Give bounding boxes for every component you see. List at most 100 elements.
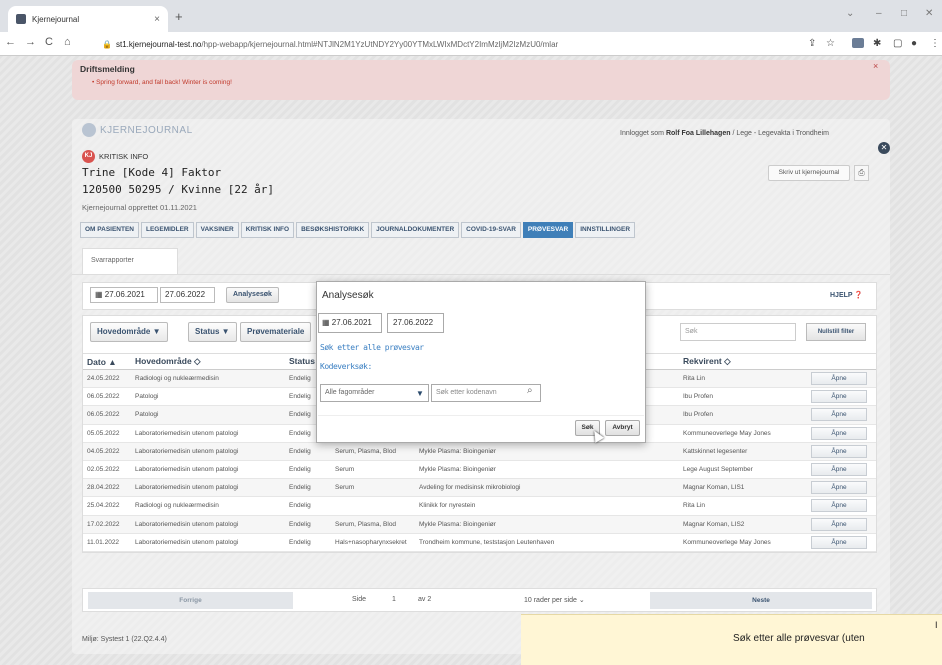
tab-legemidler[interactable]: LEGEMIDLER	[141, 222, 194, 238]
search-icon[interactable]: ⌕	[527, 385, 533, 396]
reset-filter-button[interactable]: Nullstill filter	[806, 323, 866, 341]
share-icon[interactable]: ⇪	[808, 38, 816, 49]
cell-rekvirent: Lege August September	[683, 466, 753, 474]
open-result-button[interactable]: Åpne	[811, 535, 867, 549]
help-link[interactable]: HJELP ❓	[830, 291, 863, 299]
cell-hovedomrade: Laboratoriemedisin utenom patologi	[135, 538, 239, 546]
extensions-puzzle-icon[interactable]: ✱	[873, 38, 881, 49]
tooltip	[521, 614, 942, 665]
table-row[interactable]: 28.04.2022 Laboratoriemedisin utenom pato…	[83, 479, 876, 498]
open-result-button[interactable]: Åpne	[811, 517, 867, 531]
dialog-date-from-input[interactable]: ▦ 27.06.2021	[318, 313, 382, 333]
col-dato[interactable]: Dato ▲	[83, 357, 131, 367]
hovedomrade-filter[interactable]: Hovedområde ▼	[90, 322, 168, 342]
cell-action: Åpne	[804, 481, 874, 495]
close-patient-icon[interactable]: ✕	[878, 142, 890, 154]
dialog-cancel-button[interactable]: Avbryt	[605, 420, 640, 436]
print-icon[interactable]: ⎙	[854, 165, 869, 181]
table-row[interactable]: 17.02.2022 Laboratoriemedisin utenom pato…	[83, 515, 876, 534]
close-window-button[interactable]: ✕	[925, 8, 933, 19]
reload-button[interactable]: C	[45, 36, 53, 48]
cell-rekvirent: Kattskinnet legesenter	[683, 447, 748, 455]
table-row[interactable]: 11.01.2022 Laboratoriemedisin utenom pato…	[83, 534, 876, 552]
select-caret-icon[interactable]: ▼	[416, 389, 424, 398]
alert-close-icon[interactable]: ×	[873, 61, 878, 71]
new-tab-button[interactable]: +	[175, 9, 183, 24]
date-from-input[interactable]: ▦ 27.06.2021	[90, 287, 158, 303]
next-page-button[interactable]: Neste	[650, 592, 872, 609]
tab-journaldokumenter[interactable]: JOURNALDOKUMENTER	[371, 222, 460, 238]
page-number-input[interactable]: 1	[392, 596, 396, 603]
open-result-button[interactable]: Åpne	[811, 444, 867, 458]
tab-svarrapporter[interactable]: Svarrapporter	[82, 248, 178, 274]
col-rekvirent-label: Rekvirent	[683, 356, 722, 366]
cell-utforende: Mykle Plasma: Bioingeniør	[419, 466, 496, 474]
kritisk-info-link[interactable]: KJ KRITISK INFO	[82, 150, 148, 163]
tab-vaksiner[interactable]: VAKSINER	[195, 222, 239, 238]
tab-kritisk-info[interactable]: KRITISK INFO	[240, 222, 295, 238]
open-result-button[interactable]: Åpne	[811, 408, 867, 422]
cell-status: Endelig	[289, 447, 311, 455]
status-filter[interactable]: Status ▼	[188, 322, 237, 342]
cell-dato: 24.05.2022	[87, 375, 120, 383]
tab-om-pasienten[interactable]: OM PASIENTEN	[80, 222, 139, 238]
bookmark-star-icon[interactable]: ☆	[826, 38, 835, 49]
cell-status: Endelig	[289, 520, 311, 528]
home-button[interactable]: ⌂	[64, 36, 71, 48]
profile-icon[interactable]: ●	[911, 38, 917, 49]
cell-provemateriale: Serum	[335, 466, 355, 474]
tab-prøvesvar[interactable]: PRØVESVAR	[522, 222, 574, 238]
browser-tab[interactable]: Kjernejournal ×	[8, 6, 168, 32]
kodenavn-search-input[interactable]: Søk etter kodenavn	[431, 384, 541, 402]
provemateriale-filter[interactable]: Prøvemateriale	[240, 322, 312, 342]
open-result-button[interactable]: Åpne	[811, 390, 867, 404]
logged-in-label: Innlogget som	[620, 130, 664, 137]
minimize-button[interactable]: –	[876, 8, 882, 19]
analysesok-button[interactable]: Analysesøk	[226, 287, 279, 303]
cell-hovedomrade: Laboratoriemedisin utenom patologi	[135, 520, 239, 528]
dialog-date-to-input[interactable]: 27.06.2022	[387, 313, 444, 333]
table-search-input[interactable]: Søk	[680, 323, 796, 341]
table-row[interactable]: 25.04.2022 Radiologi og nukleærmedisin End…	[83, 497, 876, 516]
cell-utforende: Klinikk for nyrestein	[419, 502, 476, 510]
main-nav-tabs: OM PASIENTEN LEGEMIDLER VAKSINER KRITISK IN…	[80, 222, 636, 238]
open-result-button[interactable]: Åpne	[811, 426, 867, 440]
cell-hovedomrade: Radiologi og nukleærmedisin	[135, 502, 219, 510]
search-all-link[interactable]: Søk etter alle prøvesvar	[320, 343, 424, 352]
open-result-button[interactable]: Åpne	[811, 372, 867, 386]
table-row[interactable]: 02.05.2022 Laboratoriemedisin utenom pato…	[83, 461, 876, 480]
date-to-input[interactable]: 27.06.2022	[160, 287, 215, 303]
back-button[interactable]: ←	[5, 36, 16, 48]
rows-per-page-select[interactable]: 10 rader per side ⌄	[524, 596, 585, 604]
tab-search-icon[interactable]: ⌄	[846, 8, 854, 19]
cell-rekvirent: Rita Lin	[683, 502, 706, 510]
close-tab-icon[interactable]: ×	[154, 14, 160, 25]
cell-status: Endelig	[289, 538, 311, 546]
cell-hovedomrade: Radiologi og nukleærmedisin	[135, 375, 219, 383]
open-result-button[interactable]: Åpne	[811, 481, 867, 495]
tab-innstillinger[interactable]: INNSTILLINGER	[575, 222, 636, 238]
tab-covid-19-svar[interactable]: COVID-19-SVAR	[461, 222, 521, 238]
cell-utforende: Avdeling for medisinsk mikrobiologi	[419, 484, 521, 492]
cell-status: Endelig	[289, 502, 311, 510]
open-result-button[interactable]: Åpne	[811, 499, 867, 513]
logged-in-info: Innlogget som Rolf Foa Lillehagen / Lege…	[620, 130, 829, 137]
col-rekvirent[interactable]: Rekvirent ◇	[679, 356, 804, 367]
page-label: Side	[352, 596, 367, 603]
col-hovedomrade[interactable]: Hovedområde ◇	[131, 356, 285, 367]
open-result-button[interactable]: Åpne	[811, 463, 867, 477]
logo-text: KJERNEJOURNAL	[100, 124, 193, 136]
previous-page-button[interactable]: Forrige	[88, 592, 293, 609]
cell-action: Åpne	[804, 535, 874, 549]
maximize-button[interactable]: □	[901, 8, 907, 19]
table-row[interactable]: 04.05.2022 Laboratoriemedisin utenom pato…	[83, 442, 876, 461]
menu-icon[interactable]: ⋮	[930, 38, 940, 49]
forward-button[interactable]: →	[25, 36, 36, 48]
print-journal-button[interactable]: Skriv ut kjernejournal	[768, 165, 850, 181]
url-bar[interactable]: 🔒 st1.kjernejournal-test.no/hpp-webapp/k…	[102, 35, 752, 53]
extension-icon[interactable]	[852, 38, 864, 48]
tab-besøkshistorikk[interactable]: BESØKSHISTORIKK	[296, 222, 370, 238]
sidepanel-icon[interactable]: ▢	[893, 38, 902, 49]
cell-provemateriale: Serum, Plasma, Blod	[335, 447, 397, 455]
fagomrade-select[interactable]: Alle fagområder	[320, 384, 429, 402]
